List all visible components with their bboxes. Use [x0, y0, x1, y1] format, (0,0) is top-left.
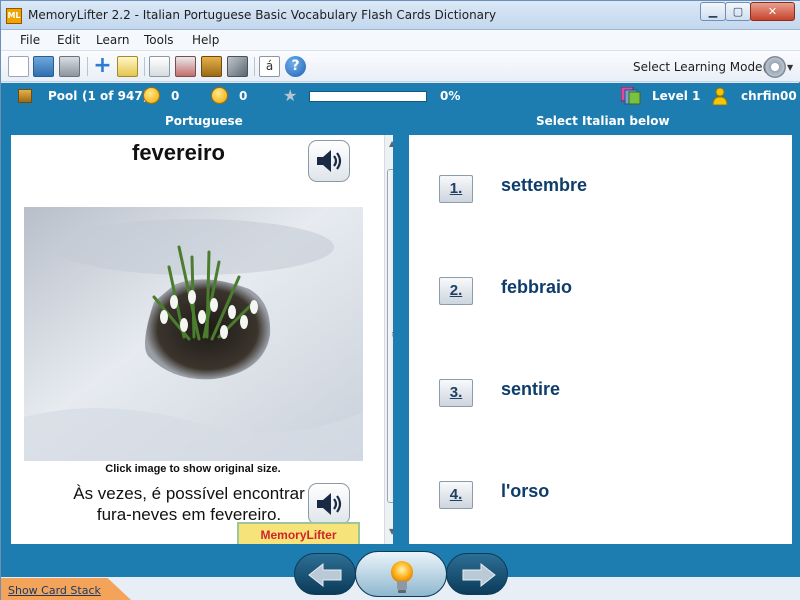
- choice-3-button[interactable]: 3.: [439, 379, 473, 407]
- toolbar-separator: [87, 57, 88, 76]
- previous-card-button[interactable]: [294, 553, 356, 595]
- speaker-icon: [317, 493, 342, 515]
- choice-2-button[interactable]: 2.: [439, 277, 473, 305]
- choice-1-button[interactable]: 1.: [439, 175, 473, 203]
- statistics-icon[interactable]: [175, 56, 196, 77]
- card-image-snowdrops[interactable]: [24, 207, 363, 461]
- sad-smiley-icon: [211, 87, 228, 104]
- show-card-stack-link[interactable]: Show Card Stack: [8, 584, 101, 597]
- wrong-count: 0: [239, 89, 248, 103]
- right-count: 0: [171, 89, 180, 103]
- scroll-grip-icon: ≡: [391, 330, 393, 340]
- toolbar-separator: [254, 57, 255, 76]
- menu-tools[interactable]: Tools: [144, 33, 174, 47]
- edit-icon[interactable]: [117, 56, 138, 77]
- lightbulb-icon: [391, 561, 413, 593]
- title-bar: ML MemoryLifter 2.2 - Italian Portuguese…: [1, 1, 800, 30]
- help-icon[interactable]: ?: [285, 56, 306, 77]
- menu-learn[interactable]: Learn: [96, 33, 130, 47]
- image-caption: Click image to show original size.: [105, 463, 281, 475]
- progress-bar: [309, 91, 427, 102]
- scroll-down-icon[interactable]: ▼: [389, 527, 393, 536]
- happy-smiley-icon: [143, 87, 160, 104]
- app-icon: ML: [6, 8, 22, 24]
- question-card: fevereiro Click image to show original s…: [11, 135, 393, 544]
- presentation-icon[interactable]: [149, 56, 170, 77]
- answer-column-header: Select Italian below: [536, 114, 670, 128]
- card-navigation: [294, 551, 508, 599]
- speaker-icon: [317, 150, 342, 172]
- user-icon: [712, 87, 728, 105]
- minimize-button[interactable]: ▁: [700, 2, 726, 21]
- toolbar-separator: [144, 57, 145, 76]
- answer-panel: 1. settembre 2. febbraio 3. sentire 4. l…: [409, 135, 792, 544]
- star-icon: ★: [283, 86, 298, 105]
- open-folder-icon[interactable]: [33, 56, 54, 77]
- menu-help[interactable]: Help: [192, 33, 219, 47]
- add-icon[interactable]: +: [92, 55, 113, 77]
- level-label: Level 1: [652, 89, 701, 103]
- user-name[interactable]: chrfin00: [741, 89, 797, 103]
- close-button[interactable]: ✕: [750, 2, 795, 21]
- question-word: fevereiro: [132, 140, 225, 165]
- choice-3-text[interactable]: sentire: [501, 379, 560, 400]
- card-box-icon[interactable]: [201, 56, 222, 77]
- special-characters-icon[interactable]: á: [259, 56, 280, 77]
- choice-4-text[interactable]: l'orso: [501, 481, 549, 502]
- toolbar: + á ? Select Learning Mode(s): [1, 51, 800, 82]
- choice-4-button[interactable]: 4.: [439, 481, 473, 509]
- next-card-button[interactable]: [446, 553, 508, 595]
- pool-icon: [18, 89, 32, 103]
- arrow-left-icon: [308, 562, 342, 588]
- arrow-right-icon: [462, 562, 496, 588]
- progress-text: 0%: [440, 89, 461, 103]
- chevron-down-icon[interactable]: ▼: [787, 63, 793, 72]
- menu-file[interactable]: File: [20, 33, 40, 47]
- learning-mode-label[interactable]: Select Learning Mode(s): [633, 60, 778, 74]
- memorylifter-window: ML MemoryLifter 2.2 - Italian Portuguese…: [0, 0, 800, 600]
- question-scrollbar[interactable]: ▲ ≡ ▼: [384, 135, 393, 544]
- choice-1-text[interactable]: settembre: [501, 175, 587, 196]
- scroll-up-icon[interactable]: ▲: [389, 139, 393, 148]
- choice-2-text[interactable]: febbraio: [501, 277, 572, 298]
- play-word-audio-button[interactable]: [308, 140, 350, 182]
- play-example-audio-button[interactable]: [308, 483, 350, 525]
- new-file-icon[interactable]: [8, 56, 29, 77]
- hint-button[interactable]: [355, 551, 447, 597]
- level-stack-icon: [621, 87, 641, 105]
- example-sentence: Às vezes, é possível encontrar fura-neve…: [73, 484, 305, 524]
- maximize-button[interactable]: ▢: [725, 2, 751, 21]
- menu-edit[interactable]: Edit: [57, 33, 80, 47]
- scroll-thumb[interactable]: ≡: [387, 169, 393, 503]
- question-column-header: Portuguese: [165, 114, 243, 128]
- print-icon[interactable]: [59, 56, 80, 77]
- window-title: MemoryLifter 2.2 - Italian Portuguese Ba…: [28, 8, 497, 22]
- settings-icon[interactable]: [227, 56, 248, 77]
- menu-bar: File Edit Learn Tools Help: [1, 30, 800, 51]
- gear-icon[interactable]: [764, 56, 786, 78]
- pool-count: (1 of 947): [82, 89, 149, 103]
- memorylifter-logo: MemoryLifter: [237, 522, 360, 544]
- pool-label: Pool: [48, 89, 78, 103]
